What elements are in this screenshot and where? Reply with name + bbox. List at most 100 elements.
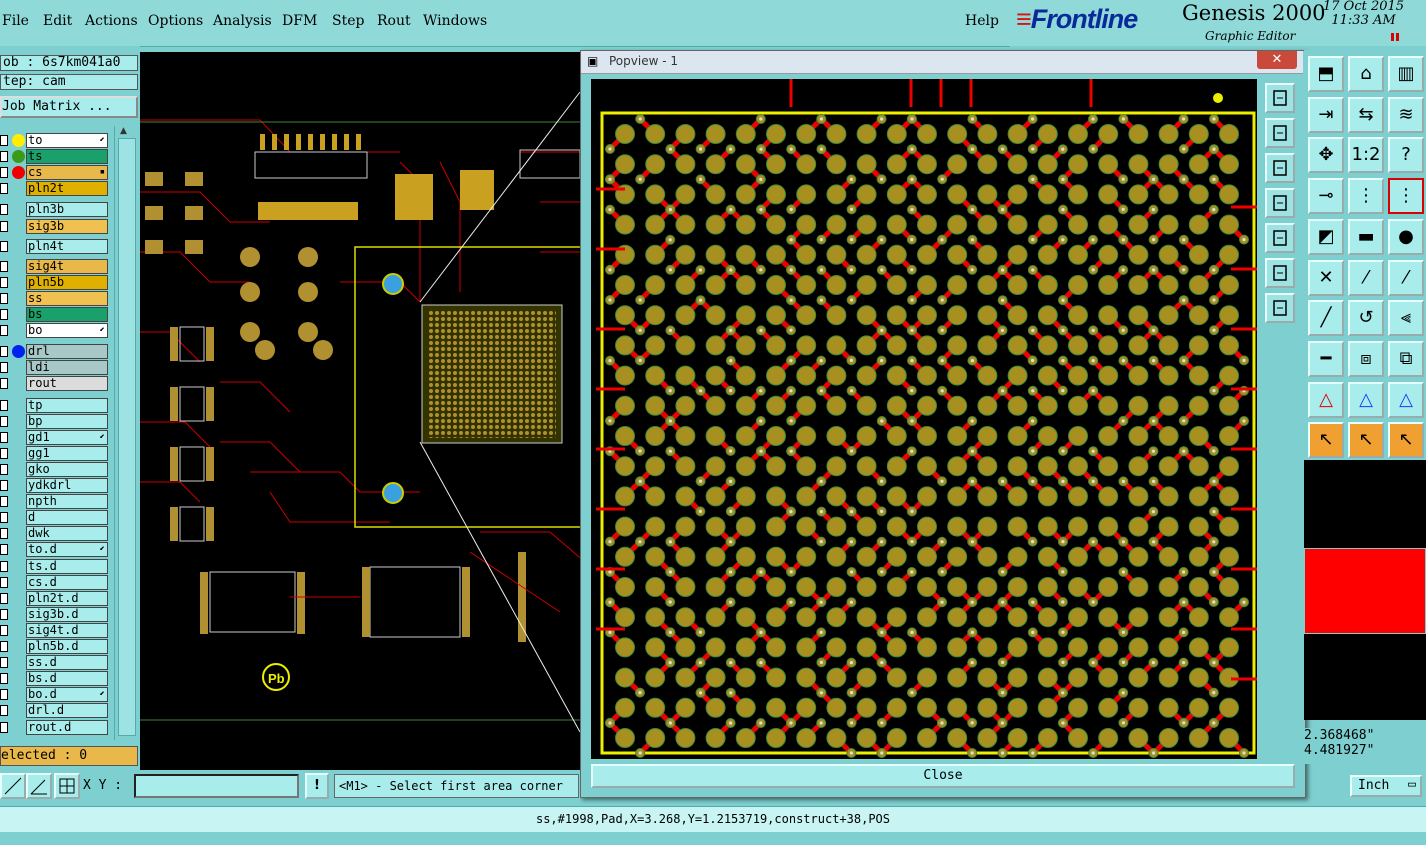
popview-canvas[interactable]	[591, 79, 1257, 759]
rotate-icon[interactable]: ↺	[1348, 300, 1384, 337]
layer-checkbox[interactable]	[0, 463, 8, 475]
layer-checkbox[interactable]	[0, 220, 8, 232]
layer-row-npth[interactable]: npth	[0, 494, 112, 510]
open-job-icon[interactable]: ⬒	[1308, 56, 1344, 92]
layer-checkbox[interactable]	[0, 276, 8, 288]
circles-icon[interactable]: ⧉	[1388, 340, 1424, 377]
layer-label[interactable]: gg1	[26, 445, 108, 461]
popview-titlebar[interactable]: ▣ Popview - 1 ✕	[581, 51, 1303, 74]
layer-checkbox[interactable]	[0, 721, 8, 733]
layer-label[interactable]: pln3b	[26, 202, 108, 218]
menu-step[interactable]: Step	[332, 13, 364, 29]
layer-label[interactable]: ts	[26, 149, 108, 165]
layer-checkbox[interactable]	[0, 576, 8, 588]
cross-icon[interactable]: ✕	[1308, 259, 1344, 296]
layer-checkbox[interactable]	[0, 641, 8, 652]
layer-label[interactable]: bo.d ⬋	[26, 687, 108, 703]
layer-label[interactable]: sig3b.d	[26, 606, 108, 622]
layer-label[interactable]: bs	[26, 307, 108, 322]
layer-label[interactable]: ts.d	[26, 558, 108, 574]
layer-label[interactable]: drl	[26, 344, 108, 360]
layer-label[interactable]: ss	[26, 290, 108, 306]
layer-label[interactable]: bo ⬋	[26, 323, 108, 339]
layer-row-gko[interactable]: gko	[0, 461, 112, 477]
layer-row-bs[interactable]: bs	[0, 307, 112, 322]
angle-tool-icon[interactable]	[26, 773, 52, 799]
measure-tool-icon[interactable]	[0, 773, 26, 799]
layer-checkbox[interactable]	[0, 512, 8, 524]
popview-close-button[interactable]: Close	[591, 764, 1295, 788]
menu-options[interactable]: Options	[148, 13, 203, 29]
layer-checkbox[interactable]	[0, 657, 8, 669]
layer-checkbox[interactable]	[0, 415, 8, 427]
zoom-home-icon[interactable]	[1265, 83, 1295, 113]
grid-tool-icon[interactable]	[54, 773, 80, 799]
bang-button[interactable]: !	[305, 773, 329, 799]
layer-row-pln5b[interactable]: pln5b	[0, 274, 112, 290]
layer-row-drl[interactable]: drl	[0, 344, 112, 360]
menu-help[interactable]: Help	[965, 13, 999, 29]
layer-label[interactable]: bs.d	[26, 671, 108, 687]
zoom-out-icon[interactable]	[1265, 153, 1295, 183]
layer-row-ldi[interactable]: ldi	[0, 360, 112, 376]
layer-label[interactable]: pln5b.d	[26, 639, 108, 654]
home-icon[interactable]: ⌂	[1348, 56, 1384, 92]
layer-checkbox[interactable]	[0, 528, 8, 540]
layer-checkbox[interactable]	[0, 135, 8, 146]
layer-checkbox[interactable]	[0, 204, 8, 216]
layer-label[interactable]: npth	[26, 494, 108, 510]
layer-stack-active-icon[interactable]: ⋮	[1388, 178, 1424, 215]
layer-row-d[interactable]: d	[0, 510, 112, 526]
layer-row-to-d[interactable]: to.d ⬋	[0, 542, 112, 558]
menu-actions[interactable]: Actions	[85, 13, 138, 29]
layer-checkbox[interactable]	[0, 496, 8, 508]
diagonal-icon[interactable]: ╱	[1308, 300, 1344, 337]
layer-row-to[interactable]: to ⬋	[0, 133, 112, 148]
layer-row-dwk[interactable]: dwk	[0, 526, 112, 542]
layer-checkbox[interactable]	[0, 560, 8, 572]
menu-rout[interactable]: Rout	[377, 13, 411, 29]
job-matrix-button[interactable]: Job Matrix ...	[0, 96, 138, 118]
layer-row-pln4t[interactable]: pln4t	[0, 238, 112, 254]
layer-row-ts[interactable]: ts	[0, 149, 112, 165]
layer-checkbox[interactable]	[0, 151, 8, 163]
layer-row-bo-d[interactable]: bo.d ⬋	[0, 687, 112, 703]
layer-row-rout-d[interactable]: rout.d	[0, 719, 112, 735]
triangle-blue-icon[interactable]: △	[1348, 381, 1384, 418]
layer-row-tp[interactable]: tp	[0, 397, 112, 413]
layer-checkbox[interactable]	[0, 167, 8, 179]
help-icon[interactable]: ?	[1388, 137, 1424, 174]
snap-icon[interactable]: ≋	[1388, 96, 1424, 133]
layer-label[interactable]: d	[26, 510, 108, 526]
layer-row-bo[interactable]: bo ⬋	[0, 323, 112, 339]
menu-edit[interactable]: Edit	[43, 13, 72, 29]
zoom-box-icon[interactable]: ⧈	[1348, 340, 1384, 377]
route-icon[interactable]: ⊸	[1308, 178, 1344, 215]
layer-label[interactable]: dwk	[26, 526, 108, 542]
layer-checkbox[interactable]	[0, 705, 8, 717]
layer-checkbox[interactable]	[0, 592, 8, 604]
layer-checkbox[interactable]	[0, 260, 8, 272]
pan-right-icon[interactable]	[1265, 223, 1295, 253]
layer-row-ydkdrl[interactable]: ydkdrl	[0, 478, 112, 493]
layer-row-bs-d[interactable]: bs.d	[0, 671, 112, 687]
scroll-thumb[interactable]	[118, 138, 136, 736]
pointer-move-icon[interactable]: ↖	[1388, 422, 1424, 459]
layer-scrollbar[interactable]: ▲	[114, 126, 139, 740]
layer-label[interactable]: sig4t	[26, 258, 108, 274]
menu-windows[interactable]: Windows	[423, 13, 487, 29]
menu-dfm[interactable]: DFM	[282, 13, 317, 29]
menu-analysis[interactable]: Analysis	[213, 13, 272, 29]
layer-row-pln3b[interactable]: pln3b	[0, 202, 112, 218]
layer-label[interactable]: ydkdrl	[26, 478, 108, 493]
layer-label[interactable]: ldi	[26, 360, 108, 376]
layer-checkbox[interactable]	[0, 399, 8, 411]
measure-icon[interactable]: ◩	[1308, 218, 1344, 255]
layer-label[interactable]: pln2t.d	[26, 590, 108, 606]
scroll-up-icon[interactable]: ▲	[120, 126, 127, 136]
export-icon[interactable]: ⇥	[1308, 96, 1344, 133]
layer-label[interactable]: rout.d	[26, 719, 108, 735]
layer-label[interactable]: rout	[26, 376, 108, 392]
layer-checkbox[interactable]	[0, 608, 8, 620]
layer-row-pln2t[interactable]: pln2t	[0, 181, 112, 197]
